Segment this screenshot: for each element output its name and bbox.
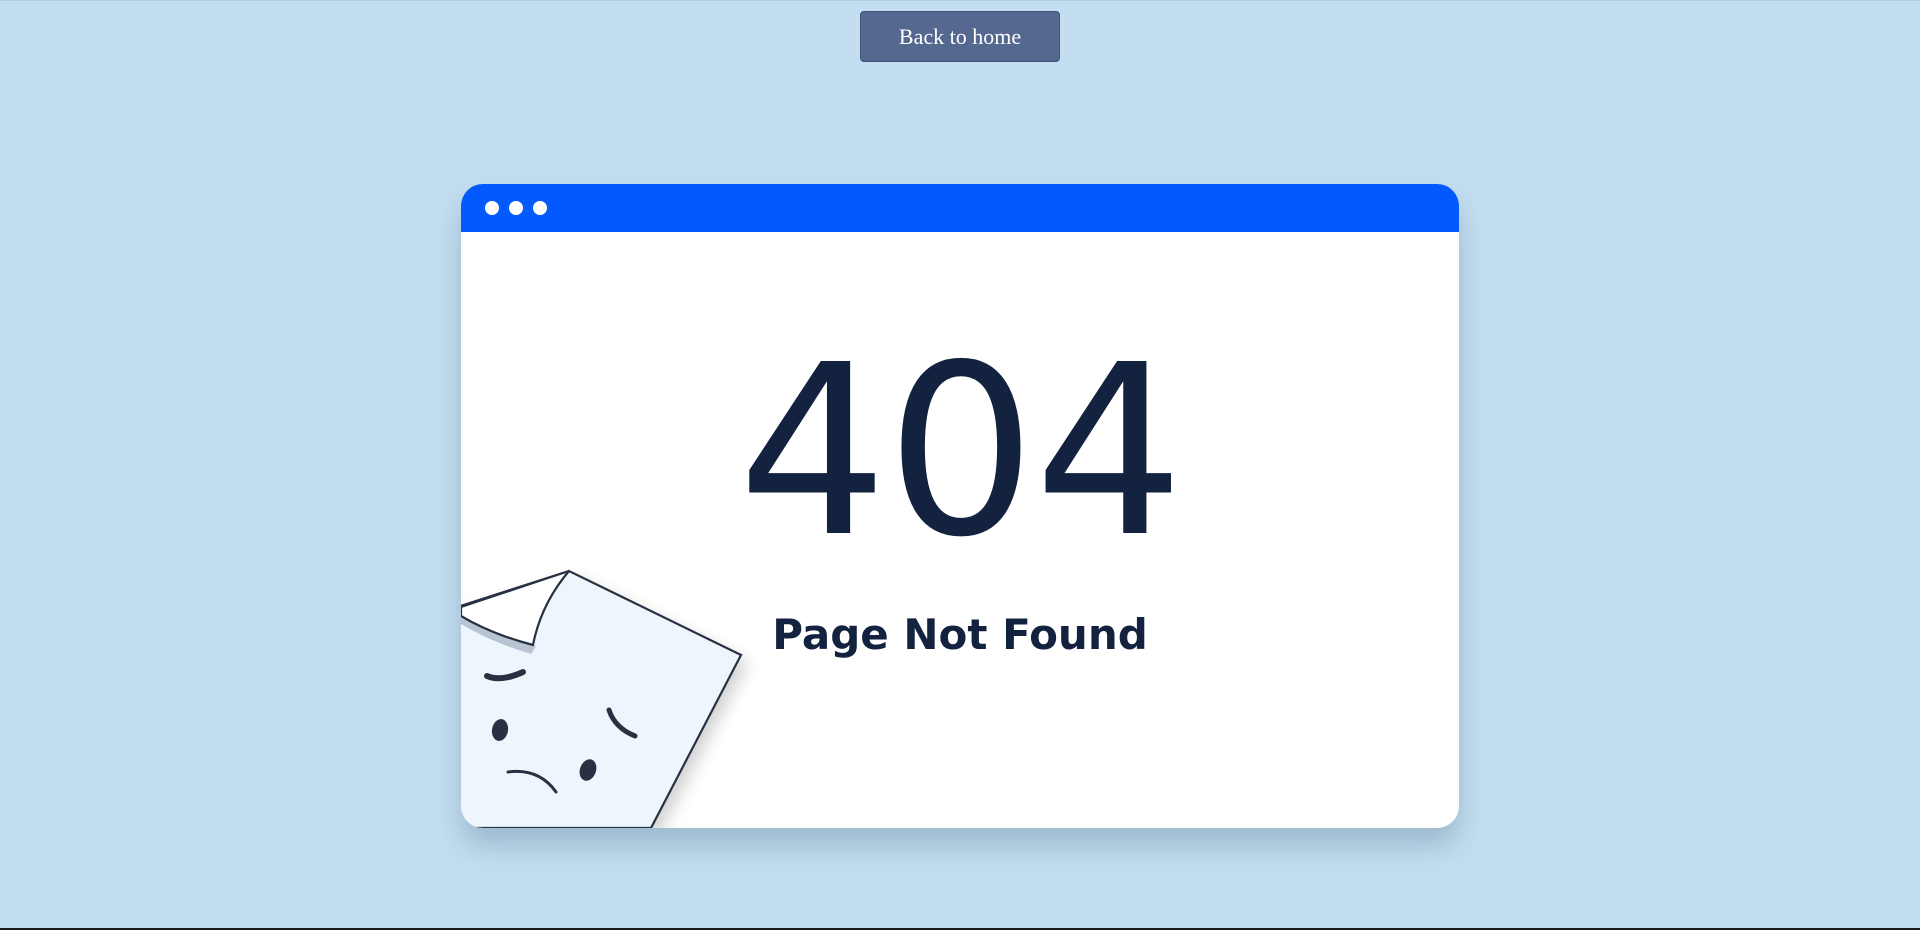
top-divider: [0, 0, 1920, 1]
sad-page-icon: [461, 569, 743, 828]
browser-window-card: 404 Page Not Found: [461, 184, 1459, 828]
back-to-home-button[interactable]: Back to home: [860, 11, 1060, 62]
